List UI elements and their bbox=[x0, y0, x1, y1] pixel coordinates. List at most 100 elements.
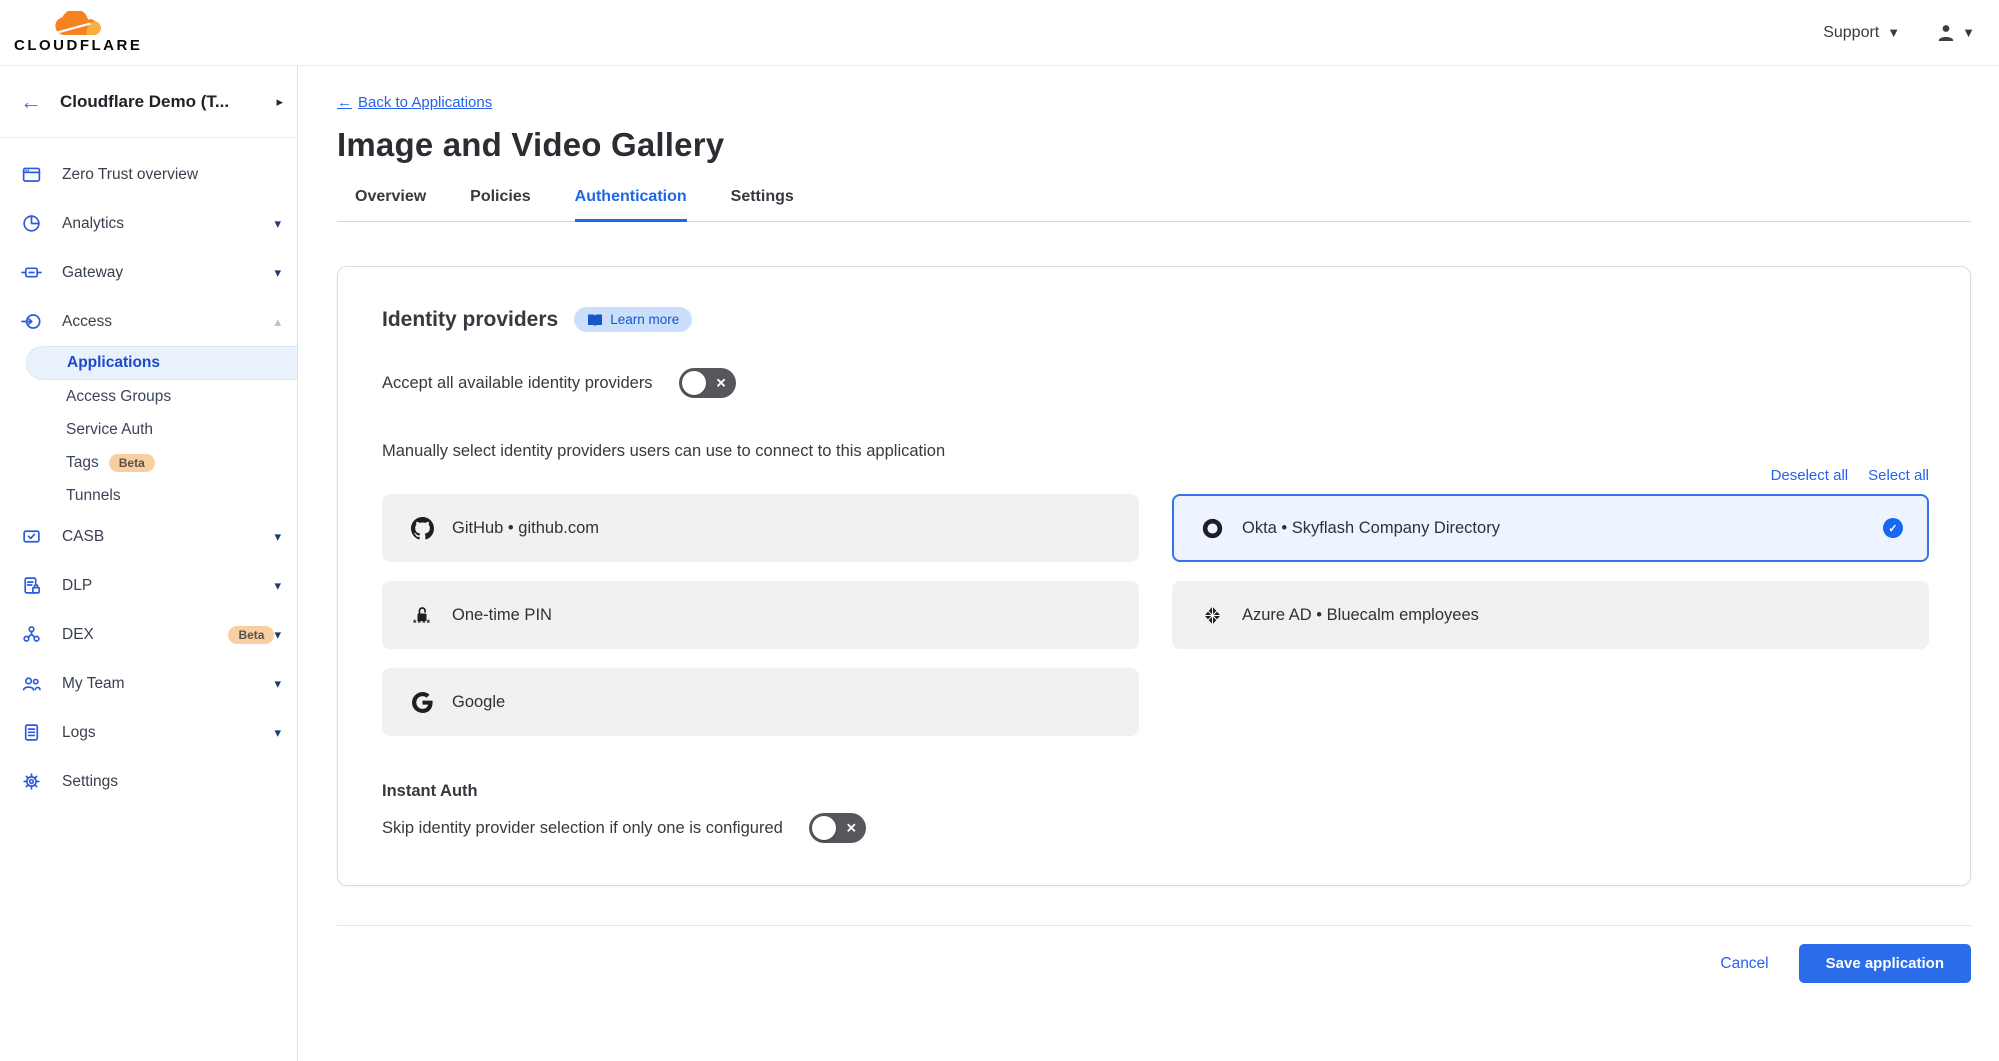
sidebar-nav: Zero Trust overview Analytics ▾ Gateway bbox=[0, 138, 297, 806]
save-application-button[interactable]: Save application bbox=[1799, 944, 1971, 983]
main-content: ← Back to Applications Image and Video G… bbox=[298, 66, 1999, 1061]
provider-okta[interactable]: Okta • Skyflash Company Directory ✓ bbox=[1172, 494, 1929, 562]
back-arrow-icon: ← bbox=[337, 94, 352, 111]
pie-chart-icon bbox=[20, 213, 42, 235]
toggle-knob bbox=[812, 816, 836, 840]
sidebar-item-tunnels[interactable]: Tunnels bbox=[0, 479, 297, 512]
card-heading: Identity providers bbox=[382, 308, 558, 332]
caret-down-icon: ▼ bbox=[1887, 26, 1900, 39]
sidebar-item-casb[interactable]: CASB ▾ bbox=[0, 512, 297, 561]
sidebar-item-analytics[interactable]: Analytics ▾ bbox=[0, 199, 297, 248]
sidebar-item-service-auth[interactable]: Service Auth bbox=[0, 413, 297, 446]
caret-down-icon[interactable]: ▾ bbox=[274, 265, 281, 281]
gateway-icon bbox=[20, 262, 42, 284]
provider-grid: GitHub • github.com **** One-time PIN bbox=[382, 494, 1929, 736]
provider-label: Okta • Skyflash Company Directory bbox=[1242, 519, 1883, 538]
caret-down-icon[interactable]: ▾ bbox=[274, 529, 281, 545]
sidebar-item-label: My Team bbox=[62, 675, 274, 693]
back-to-applications-link[interactable]: ← Back to Applications bbox=[337, 94, 492, 111]
sidebar-item-access-groups[interactable]: Access Groups bbox=[0, 380, 297, 413]
select-all-link[interactable]: Select all bbox=[1868, 467, 1929, 484]
sidebar-item-dex[interactable]: DEX Beta ▾ bbox=[0, 610, 297, 659]
provider-azure-ad[interactable]: Azure AD • Bluecalm employees bbox=[1172, 581, 1929, 649]
support-menu[interactable]: Support ▼ bbox=[1823, 24, 1900, 42]
page-title: Image and Video Gallery bbox=[337, 126, 1971, 164]
learn-more-badge[interactable]: Learn more bbox=[574, 307, 692, 332]
provider-label: Google bbox=[452, 693, 1113, 712]
tab-settings[interactable]: Settings bbox=[731, 188, 794, 222]
provider-github[interactable]: GitHub • github.com bbox=[382, 494, 1139, 562]
sidebar-item-zero-trust-overview[interactable]: Zero Trust overview bbox=[0, 150, 297, 199]
caret-down-icon: ▼ bbox=[1962, 26, 1975, 39]
tab-overview[interactable]: Overview bbox=[355, 188, 426, 222]
azure-ad-icon bbox=[1200, 605, 1224, 626]
instant-auth-toggle[interactable]: ✕ bbox=[809, 813, 866, 843]
sidebar-item-dlp[interactable]: DLP ▾ bbox=[0, 561, 297, 610]
caret-down-icon[interactable]: ▾ bbox=[274, 725, 281, 741]
people-icon bbox=[20, 673, 42, 695]
sidebar-item-access[interactable]: Access ▴ bbox=[0, 297, 297, 346]
sidebar-item-logs[interactable]: Logs ▾ bbox=[0, 708, 297, 757]
one-time-pin-lock-icon: **** bbox=[410, 606, 434, 625]
sidebar-item-label: Analytics bbox=[62, 215, 274, 233]
toggle-x-icon: ✕ bbox=[716, 377, 727, 390]
deselect-all-link[interactable]: Deselect all bbox=[1771, 467, 1849, 484]
back-arrow-icon[interactable]: ← bbox=[20, 91, 42, 113]
sidebar-account-header: ← Cloudflare Demo (T... ▸ bbox=[0, 66, 297, 138]
provider-google[interactable]: Google bbox=[382, 668, 1139, 736]
beta-badge: Beta bbox=[228, 626, 274, 644]
provider-one-time-pin[interactable]: **** One-time PIN bbox=[382, 581, 1139, 649]
caret-down-icon[interactable]: ▾ bbox=[274, 578, 281, 594]
sidebar-item-settings[interactable]: Settings bbox=[0, 757, 297, 806]
sidebar-item-label: Access Groups bbox=[66, 388, 171, 406]
sidebar-item-label: Settings bbox=[62, 773, 281, 791]
pin-stars: **** bbox=[413, 622, 431, 625]
identity-providers-card: Identity providers Learn more Accept all… bbox=[337, 266, 1971, 886]
sidebar-item-gateway[interactable]: Gateway ▾ bbox=[0, 248, 297, 297]
chevron-right-icon[interactable]: ▸ bbox=[276, 94, 283, 110]
sidebar-item-label: Zero Trust overview bbox=[62, 166, 281, 184]
manual-select-text: Manually select identity providers users… bbox=[382, 442, 1929, 461]
cloudflare-logo[interactable]: CLOUDFLARE bbox=[14, 11, 142, 54]
footer-divider bbox=[337, 925, 1971, 926]
sidebar-item-label: Access bbox=[62, 313, 274, 331]
sidebar-item-tags[interactable]: Tags Beta bbox=[0, 446, 297, 479]
document-lock-icon bbox=[20, 575, 42, 597]
sidebar: ← Cloudflare Demo (T... ▸ Zero Trust ove… bbox=[0, 66, 298, 1061]
caret-down-icon[interactable]: ▾ bbox=[274, 676, 281, 692]
caret-up-icon[interactable]: ▴ bbox=[274, 314, 281, 330]
provider-label: Azure AD • Bluecalm employees bbox=[1242, 606, 1903, 625]
selected-check-icon: ✓ bbox=[1883, 518, 1903, 538]
github-icon bbox=[410, 517, 434, 540]
window-icon bbox=[20, 164, 42, 186]
footer-actions: Cancel Save application bbox=[337, 944, 1971, 983]
account-name[interactable]: Cloudflare Demo (T... bbox=[60, 92, 258, 112]
learn-more-label: Learn more bbox=[610, 312, 679, 327]
toggle-knob bbox=[682, 371, 706, 395]
sidebar-item-applications[interactable]: Applications bbox=[26, 346, 297, 380]
accept-all-toggle[interactable]: ✕ bbox=[679, 368, 736, 398]
caret-down-icon[interactable]: ▾ bbox=[274, 216, 281, 232]
back-link-label: Back to Applications bbox=[358, 94, 492, 111]
gear-icon bbox=[20, 771, 42, 793]
sidebar-item-my-team[interactable]: My Team ▾ bbox=[0, 659, 297, 708]
tab-authentication[interactable]: Authentication bbox=[575, 188, 687, 222]
sidebar-item-label: Gateway bbox=[62, 264, 274, 282]
top-bar: CLOUDFLARE Support ▼ ▼ bbox=[0, 0, 1999, 66]
cancel-button[interactable]: Cancel bbox=[1720, 955, 1768, 973]
sidebar-item-label: Service Auth bbox=[66, 421, 153, 439]
caret-down-icon[interactable]: ▾ bbox=[274, 627, 281, 643]
tab-policies[interactable]: Policies bbox=[470, 188, 530, 222]
access-login-icon bbox=[20, 311, 42, 333]
sidebar-item-label: Applications bbox=[67, 354, 160, 372]
beta-badge: Beta bbox=[109, 454, 155, 472]
google-icon bbox=[410, 692, 434, 713]
sidebar-item-label: DEX bbox=[62, 626, 218, 644]
logs-document-icon bbox=[20, 722, 42, 744]
accept-all-label: Accept all available identity providers bbox=[382, 374, 653, 393]
tab-bar: Overview Policies Authentication Setting… bbox=[337, 188, 1971, 222]
book-icon bbox=[587, 313, 603, 327]
user-menu[interactable]: ▼ bbox=[1934, 21, 1975, 45]
dex-network-icon bbox=[20, 624, 42, 646]
toggle-x-icon: ✕ bbox=[846, 822, 857, 835]
